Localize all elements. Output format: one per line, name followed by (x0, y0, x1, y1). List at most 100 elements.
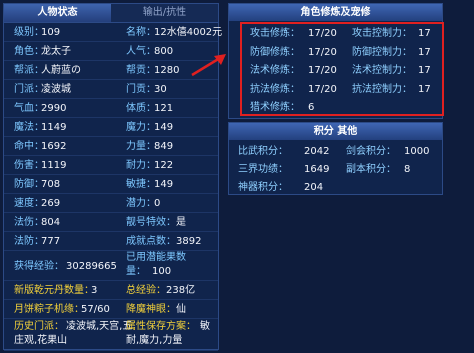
status-value: 30 (154, 84, 167, 95)
status-value: 849 (154, 141, 174, 152)
status-label: 靓号特效： (126, 217, 176, 228)
status-row: 速度： 269 潜力： 0 (4, 194, 218, 213)
status-value: 708 (41, 179, 61, 190)
status-value: 121 (154, 103, 174, 114)
cultivation-label: 攻击控制力： (352, 28, 412, 39)
cultivation-value: 17/20 (308, 46, 337, 58)
status-value: 804 (41, 217, 61, 228)
points-value: 204 (304, 182, 324, 193)
status-label: 法防： (14, 236, 44, 247)
status-value: 149 (154, 122, 174, 133)
status-label: 名称： (126, 27, 156, 38)
status-label: 伤害： (14, 160, 44, 171)
status-row: 法伤： 804 靓号特效：是 (4, 213, 218, 232)
history-row: 历史门派： 凌波城,天宫,五庄观,花果山 属性保存方案： 敏耐,魔力,力量 (4, 319, 218, 351)
status-label: 潜力： (126, 198, 156, 209)
status-label: 获得经验： (14, 261, 64, 272)
status-value: 0 (154, 198, 161, 209)
status-value: 1280 (154, 65, 180, 76)
status-value: 269 (41, 198, 61, 209)
character-status-panel: 人物状态 输出/抗性 级别： 109 名称： 12水僖4002元 角色： 龙太子 人气： 80… (3, 3, 222, 351)
status-value: 30289665 (66, 261, 117, 272)
status-row: 角色： 龙太子 人气： 800 (4, 42, 218, 61)
status-value: 1119 (41, 160, 67, 171)
status-row: 魔法： 1149 魔力： 149 (4, 118, 218, 137)
status-value: 2990 (41, 103, 67, 114)
cultivation-label: 法术修炼： (250, 65, 300, 76)
points-value: 8 (404, 164, 411, 175)
cultivation-value: 6 (308, 102, 315, 113)
status-row: 命中： 1692 力量： 849 (4, 137, 218, 156)
points-label: 副本积分： (346, 164, 396, 175)
status-label: 属性保存方案： (126, 321, 196, 332)
status-row: 法防： 777 成就点数： 3892 (4, 232, 218, 251)
status-label: 法伤： (14, 217, 44, 228)
cultivation-header: 角色修炼及宠修 (229, 4, 442, 21)
status-row: 伤害： 1119 耐力： 122 (4, 156, 218, 175)
status-label: 帮派： (14, 65, 44, 76)
status-value: 109 (41, 27, 61, 38)
status-label: 命中： (14, 141, 44, 152)
status-label: 历史门派： (14, 321, 64, 332)
status-label: 耐力： (126, 160, 156, 171)
cultivation-label: 法术控制力： (352, 65, 412, 76)
status-label: 防御： (14, 179, 44, 190)
tab-character-status[interactable]: 人物状态 (4, 4, 111, 22)
status-value: 是 (176, 217, 186, 228)
cultivation-value: 17/20 (308, 28, 337, 39)
points-label: 剑会积分： (346, 146, 396, 157)
status-value: 龙太子 (41, 46, 71, 57)
status-row: 新版乾元丹数量： 3 总经验： 238亿 (4, 281, 218, 300)
cultivation-value: 17 (418, 83, 431, 95)
points-value: 1649 (304, 164, 330, 175)
status-label: 帮贡： (126, 65, 156, 76)
status-label: 体质： (126, 103, 156, 114)
status-value: 1149 (41, 122, 67, 133)
status-value: 122 (154, 160, 174, 171)
status-label: 成就点数： (126, 236, 176, 247)
cultivation-value: 17 (418, 46, 431, 58)
status-value: 庄观,花果山 (14, 335, 68, 346)
status-label: 气血： (14, 103, 44, 114)
status-value: 57/60 (81, 304, 110, 315)
status-value: 149 (154, 179, 174, 190)
points-label: 比武积分： (238, 146, 288, 157)
status-label: 门派： (14, 84, 44, 95)
status-label: 敏捷： (126, 179, 156, 190)
points-header: 积分 其他 (229, 123, 442, 140)
status-value: 敏 (200, 321, 210, 332)
status-label: 门贡： (126, 84, 156, 95)
status-value: 耐,魔力,力量 (126, 335, 183, 346)
status-row: 气血： 2990 体质： 121 (4, 99, 218, 118)
status-label: 速度： (14, 198, 44, 209)
status-label: 量： (126, 266, 146, 277)
status-label: 魔法： (14, 122, 44, 133)
cultivation-value: 17 (418, 28, 431, 39)
status-value: 3 (91, 285, 98, 296)
status-row: 门派： 凌波城 门贡： 30 (4, 80, 218, 99)
status-row: 月饼粽子机缘： 57/60 降魔神眼：仙 (4, 300, 218, 319)
points-label: 三界功绩： (238, 164, 288, 175)
status-value: 800 (154, 46, 174, 57)
status-label: 魔力： (126, 122, 156, 133)
status-value: 3892 (176, 236, 202, 247)
tab-output-resistance[interactable]: 输出/抗性 (111, 4, 218, 22)
points-value: 1000 (404, 146, 430, 157)
cultivation-label: 抗法修炼： (250, 83, 300, 95)
status-label: 级别： (14, 27, 44, 38)
cultivation-label: 攻击修炼： (250, 28, 300, 39)
status-value: 100 (152, 266, 172, 277)
status-row: 级别： 109 名称： 12水僖4002元 (4, 23, 222, 42)
status-label: 角色： (14, 46, 44, 57)
status-label: 力量： (126, 141, 156, 152)
left-tabs: 人物状态 输出/抗性 (4, 4, 218, 23)
cultivation-label: 抗法控制力： (352, 83, 412, 95)
cultivation-value: 17/20 (308, 65, 337, 76)
status-value: 凌波城 (41, 84, 71, 95)
cultivation-label: 防御修炼： (250, 46, 300, 58)
points-label: 神器积分： (238, 182, 288, 193)
status-label: 人气： (126, 46, 156, 57)
status-value: 凌波城,天宫,五 (66, 321, 133, 332)
status-label: 新版乾元丹数量： (14, 285, 94, 296)
status-label: 降魔神眼： (126, 304, 176, 315)
